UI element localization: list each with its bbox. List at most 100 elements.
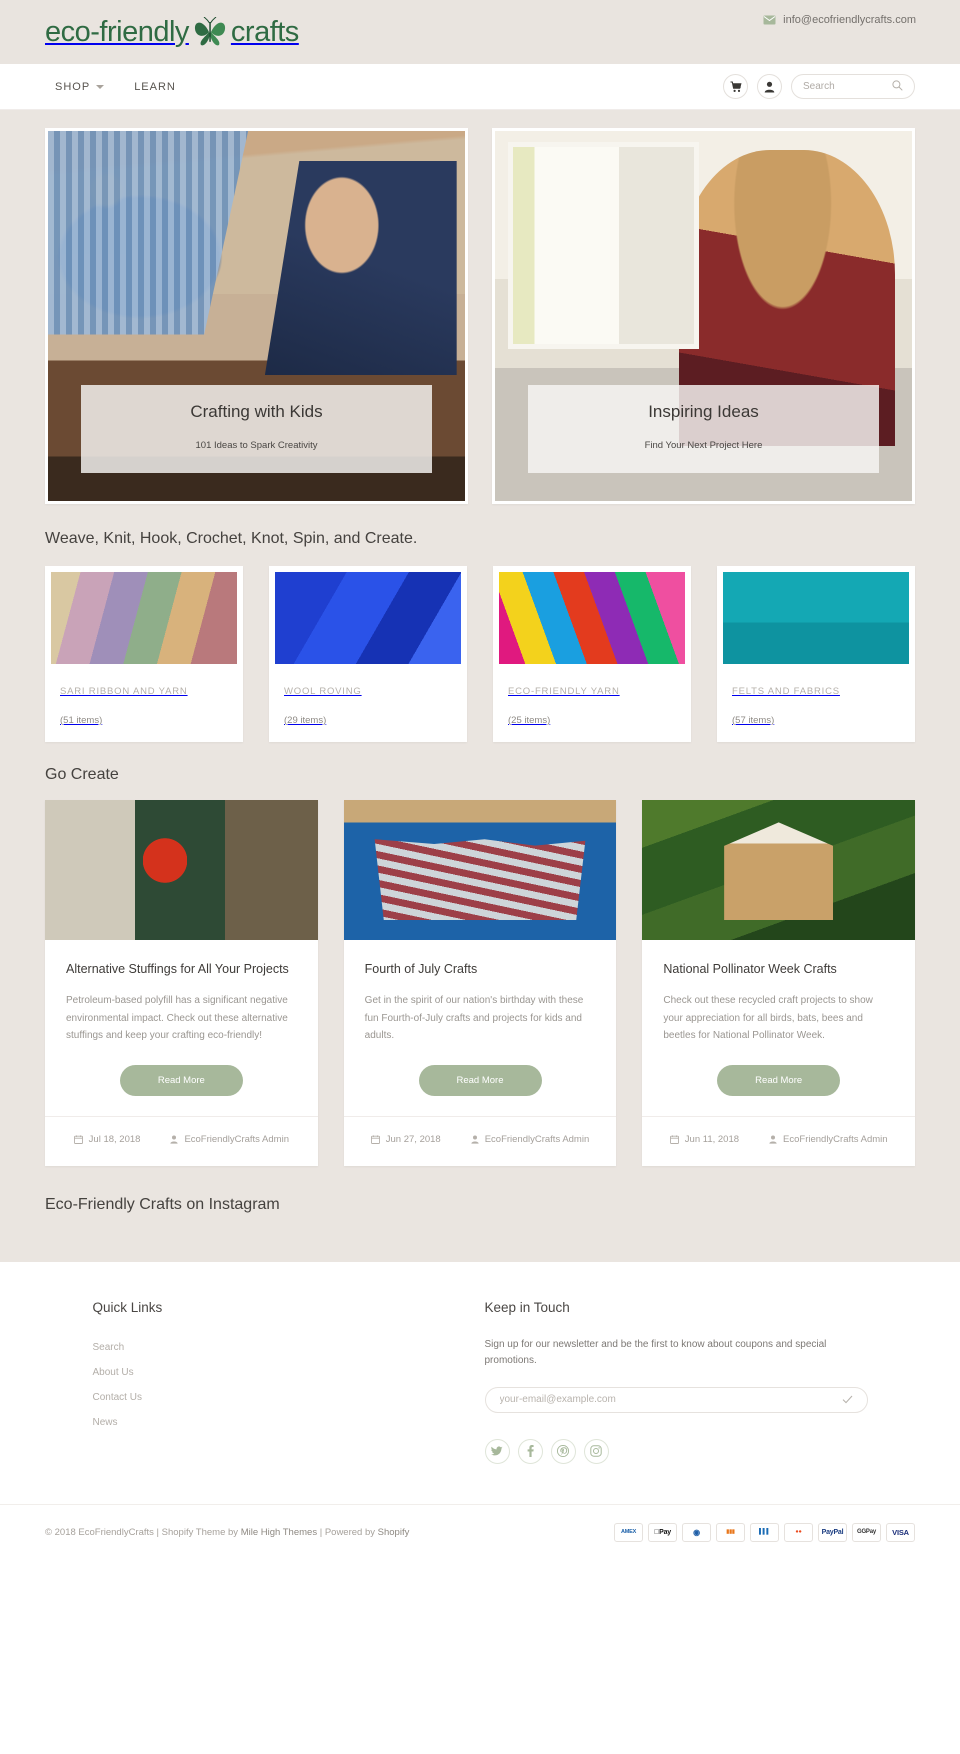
calendar-icon [669,1135,679,1144]
hero-caption: Inspiring Ideas Find Your Next Project H… [528,385,879,473]
social-link-twitter[interactable] [484,1438,510,1464]
footer-keep-in-touch-heading: Keep in Touch [484,1299,570,1315]
blog-card-fourth-of-july-crafts[interactable]: Fourth of July Crafts Get in the spirit … [343,800,617,1166]
category-card-eco-friendly-yarn[interactable]: ECO-FRIENDLY YARN (25 items) [493,566,691,742]
blog-title[interactable]: National Pollinator Week Crafts [663,960,894,978]
blog-card-alternative-stuffings[interactable]: Alternative Stuffings for All Your Proje… [45,800,318,1166]
blog-image [45,800,318,940]
read-more-button[interactable]: Read More [418,1064,542,1096]
logo-text-left: eco-friendly [45,15,189,48]
blog-excerpt: Check out these recycled craft projects … [663,995,873,1042]
butterfly-icon [193,17,227,47]
read-more-button[interactable]: Read More [717,1064,841,1096]
category-image [499,572,685,664]
payment-icon-jcb: ▌▌▌ [750,1522,779,1542]
email-text: info@ecofriendlycrafts.com [783,14,916,26]
social-link-instagram[interactable] [583,1438,609,1464]
blog-date-text: Jun 11, 2018 [684,1133,740,1145]
cart-button[interactable] [723,74,748,99]
blog-author: EcoFriendlyCrafts Admin [170,1131,289,1148]
nav-item-shop[interactable]: SHOP [55,80,105,93]
category-cards: SARI RIBBON AND YARN (51 items) WOOL ROV… [45,566,915,742]
hero-subtitle: 101 Ideas to Spark Creativity [195,440,318,451]
hero-subtitle: Find Your Next Project Here [644,440,763,451]
newsletter-email-input[interactable] [499,1394,818,1406]
hero-banner-crafting-with-kids[interactable]: Crafting with Kids 101 Ideas to Spark Cr… [45,128,468,504]
blog-title[interactable]: Fourth of July Crafts [365,960,596,978]
payment-icon-paypal: PayPal [818,1522,847,1542]
blog-title[interactable]: Alternative Stuffings for All Your Proje… [66,960,297,978]
category-count: (25 items) [508,715,551,726]
blog-author-text: EcoFriendlyCrafts Admin [484,1133,590,1145]
shopping-cart-icon [730,80,742,93]
content-container: Crafting with Kids 101 Ideas to Spark Cr… [45,128,916,1262]
blog-date: Jul 18, 2018 [73,1131,140,1148]
category-count: (51 items) [60,715,103,726]
copyright-middle: | Powered by [317,1526,378,1538]
platform-link[interactable]: Shopify [378,1527,410,1538]
instagram-icon [590,1445,602,1457]
blog-meta: Jun 11, 2018 EcoFriendlyCrafts Admin [642,1115,916,1166]
payment-icon-diners: ◉ [682,1522,711,1542]
chevron-down-icon [96,84,105,89]
user-icon [471,1135,479,1144]
search-icon[interactable] [892,78,903,96]
category-card-wool-roving[interactable]: WOOL ROVING (29 items) [269,566,467,742]
read-more-button[interactable]: Read More [119,1064,243,1096]
category-image [51,572,237,664]
blog-author-text: EcoFriendlyCrafts Admin [783,1133,888,1145]
hero-banner-inspiring-ideas[interactable]: Inspiring Ideas Find Your Next Project H… [492,128,915,504]
payment-methods: AMEX Pay ◉ ▮▮▮ ▌▌▌ ●● PayPal GGPay VISA [614,1522,915,1542]
category-image [723,572,909,664]
page-body: Crafting with Kids 101 Ideas to Spark Cr… [0,110,960,1262]
payment-icon-amex: AMEX [614,1522,643,1542]
hero-image-kids: Crafting with Kids 101 Ideas to Spark Cr… [48,131,465,501]
category-name: WOOL ROVING [284,686,362,697]
blog-excerpt: Get in the spirit of our nation's birthd… [364,995,584,1042]
category-card-felts-and-fabrics[interactable]: FELTS AND FABRICS (57 items) [717,566,915,742]
payment-icon-mastercard: ●● [784,1522,813,1542]
blog-date-text: Jun 27, 2018 [385,1133,441,1145]
copyright-prefix: © 2018 EcoFriendlyCrafts | Shopify Theme… [45,1526,241,1538]
footer-link-search[interactable]: Search [93,1342,125,1353]
blog-card-national-pollinator-week[interactable]: National Pollinator Week Crafts Check ou… [642,800,916,1166]
category-name: SARI RIBBON AND YARN [60,686,188,697]
category-card-sari-ribbon-and-yarn[interactable]: SARI RIBBON AND YARN (51 items) [45,566,243,742]
logo-text-right: crafts [230,15,299,48]
blog-author: EcoFriendlyCrafts Admin [769,1131,888,1148]
search-box[interactable] [791,74,915,99]
category-count: (29 items) [284,715,327,726]
theme-author-link[interactable]: Mile High Themes [241,1527,317,1538]
nav-item-learn[interactable]: LEARN [134,81,176,93]
account-button[interactable] [757,74,782,99]
hero-image-ideas: Inspiring Ideas Find Your Next Project H… [495,131,912,501]
blog-meta: Jun 27, 2018 EcoFriendlyCrafts Admin [343,1115,617,1166]
check-icon[interactable] [842,1391,853,1409]
payment-icon-discover: ▮▮▮ [716,1522,745,1542]
blog-section-heading: Go Create [45,766,119,783]
pinterest-icon [557,1445,569,1458]
footer-link-about-us[interactable]: About Us [93,1367,134,1378]
footer-link-contact-us[interactable]: Contact Us [93,1392,142,1403]
hero-title: Inspiring Ideas [648,402,759,421]
nav-item-shop-label: SHOP [55,80,91,93]
search-input[interactable] [803,81,891,92]
envelope-icon [763,15,776,25]
footer-link-news[interactable]: News [93,1417,118,1428]
hero-banners: Crafting with Kids 101 Ideas to Spark Cr… [45,128,915,504]
payment-icon-google-pay: G GPay [852,1522,881,1542]
hero-title: Crafting with Kids [190,402,323,421]
contact-email[interactable]: info@ecofriendlycrafts.com [763,14,916,26]
blog-author-text: EcoFriendlyCrafts Admin [184,1133,289,1145]
category-count: (57 items) [732,715,775,726]
footer-bottom-bar: © 2018 EcoFriendlyCrafts | Shopify Theme… [0,1503,960,1560]
newsletter-form[interactable] [484,1386,868,1413]
social-link-facebook[interactable] [517,1438,543,1464]
blog-date: Jun 11, 2018 [669,1131,740,1148]
copyright-text: © 2018 EcoFriendlyCrafts | Shopify Theme… [45,1527,409,1538]
twitter-icon [491,1446,503,1457]
instagram-section-heading: Eco-Friendly Crafts on Instagram [45,1195,280,1213]
site-logo[interactable]: eco-friendly crafts [45,16,299,49]
calendar-icon [370,1135,380,1144]
social-link-pinterest[interactable] [550,1438,576,1464]
